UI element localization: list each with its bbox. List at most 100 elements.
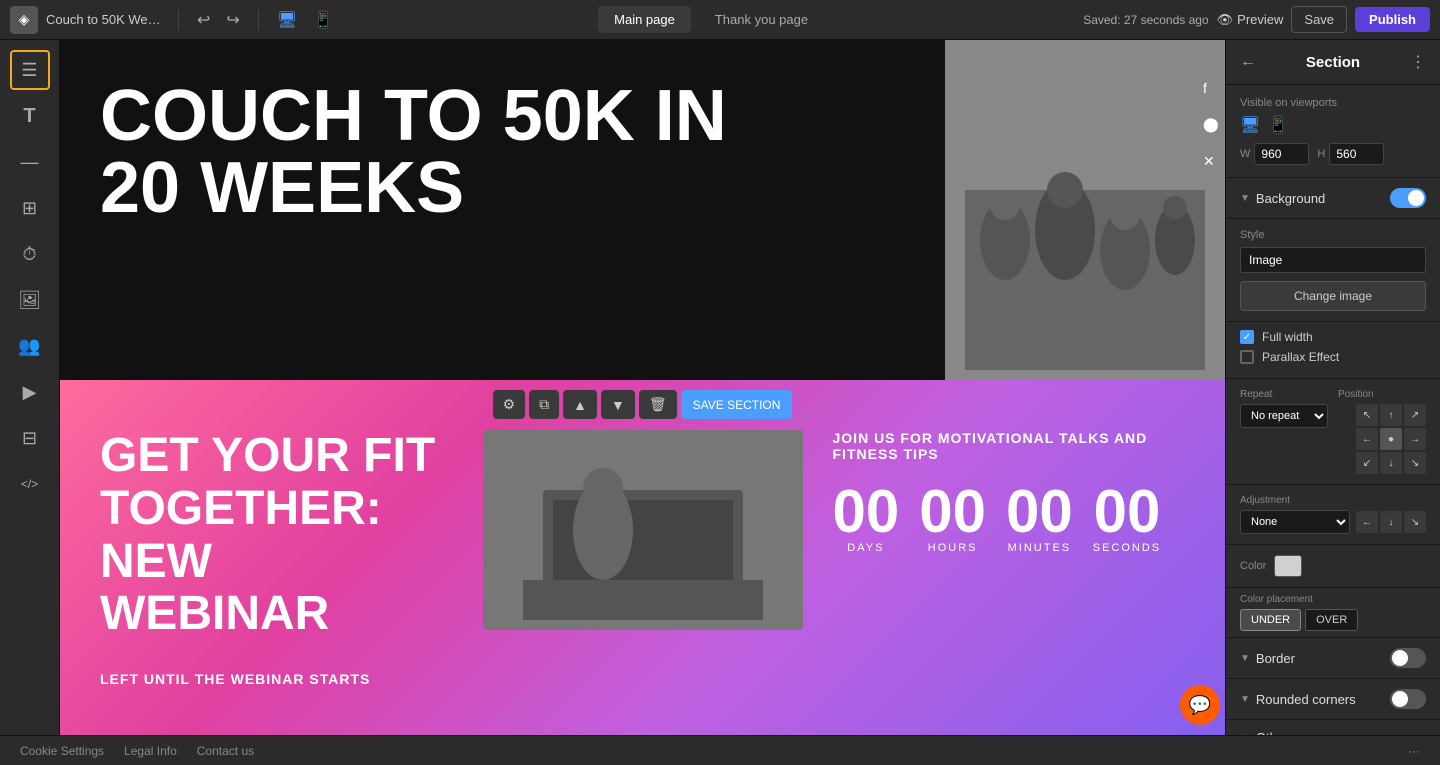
repeat-position-row: Repeat No repeat Repeat Repeat X Repeat … <box>1240 389 1426 474</box>
main-page-tab[interactable]: Main page <box>598 6 691 33</box>
background-row-label: ▼ Background <box>1240 191 1325 206</box>
adj-btn-3[interactable]: ↘ <box>1404 511 1426 533</box>
border-row[interactable]: ▼ Border <box>1226 638 1440 679</box>
height-input[interactable] <box>1329 143 1384 165</box>
pos-mid-right[interactable]: → <box>1404 428 1426 450</box>
pos-bot-left[interactable]: ↙ <box>1356 452 1378 474</box>
desktop-viewport-button[interactable]: 🖥 <box>1240 115 1260 135</box>
style-select[interactable]: Image Color Gradient Video <box>1240 247 1426 273</box>
adj-btn-2[interactable]: ↓ <box>1380 511 1402 533</box>
preview-button[interactable]: 👁 Preview <box>1217 12 1284 28</box>
sidebar-item-code[interactable]: </> <box>10 464 50 504</box>
pos-row-3: ↙ ↓ ↘ <box>1356 452 1426 474</box>
other-row[interactable]: ▲ Other <box>1226 720 1440 735</box>
save-section-button[interactable]: SAVE SECTION <box>681 390 793 419</box>
height-label: H <box>1317 148 1325 160</box>
style-section: Style Image Color Gradient Video Change … <box>1226 219 1440 322</box>
back-button[interactable]: ← <box>1240 53 1256 71</box>
webinar-footer-text: LEFT UNTIL THE WEBINAR STARTS <box>60 671 1225 707</box>
background-toggle[interactable] <box>1390 188 1426 208</box>
color-swatch[interactable] <box>1274 555 1302 577</box>
webinar-left-col: GET YOUR FIT TOGETHER: NEW WEBINAR <box>100 430 453 641</box>
bottom-bar: Cookie Settings Legal Info Contact us ··… <box>0 735 1440 765</box>
section-delete-button[interactable]: 🗑 <box>639 390 677 419</box>
pos-top-right[interactable]: ↗ <box>1404 404 1426 426</box>
section-move-up-button[interactable]: ▲ <box>563 390 597 419</box>
section-copy-button[interactable]: ⧉ <box>529 390 559 419</box>
background-chevron[interactable]: ▼ <box>1240 193 1250 204</box>
countdown-seconds: 00 SECONDS <box>1093 482 1161 554</box>
repeat-select[interactable]: No repeat Repeat Repeat X Repeat Y <box>1240 404 1328 428</box>
sidebar-item-sections[interactable]: ☰ <box>10 50 50 90</box>
panel-menu-button[interactable]: ⋮ <box>1410 52 1426 72</box>
pos-mid-center[interactable]: ● <box>1380 428 1402 450</box>
rounded-corners-toggle[interactable] <box>1390 689 1426 709</box>
hero-title: COUCH TO 50K IN 20 WEEKS <box>100 80 905 224</box>
sidebar-item-video[interactable]: ▶ <box>10 372 50 412</box>
mobile-viewport-button[interactable]: 📱 <box>1268 115 1288 135</box>
viewport-section: Visible on viewports 🖥 📱 W H <box>1226 85 1440 178</box>
sidebar-item-text[interactable]: T <box>10 96 50 136</box>
border-toggle[interactable] <box>1390 648 1426 668</box>
save-button[interactable]: Save <box>1291 6 1347 33</box>
color-placement-buttons: UNDER OVER <box>1240 609 1426 631</box>
checkboxes-section: ✓ Full width Parallax Effect <box>1226 322 1440 379</box>
pos-bot-center[interactable]: ↓ <box>1380 452 1402 474</box>
cookie-settings-link[interactable]: Cookie Settings <box>20 744 104 758</box>
publish-button[interactable]: Publish <box>1355 7 1430 32</box>
countdown-group: 00 DAYS 00 HOURS 00 MINUTES <box>833 482 1186 554</box>
redo-button[interactable]: ↪ <box>220 8 245 32</box>
contact-us-link[interactable]: Contact us <box>197 744 254 758</box>
panel-title: Section <box>1306 54 1360 71</box>
width-input[interactable] <box>1254 143 1309 165</box>
left-sidebar: ☰ T — ⊞ ⏱ 🖼 👥 ▶ ⊟ </> <box>0 40 60 735</box>
twitter-icon[interactable]: ✕ <box>1203 153 1217 170</box>
under-button[interactable]: UNDER <box>1240 609 1301 631</box>
undo-button[interactable]: ↩ <box>191 8 216 32</box>
section-move-down-button[interactable]: ▼ <box>601 390 635 419</box>
pos-bot-right[interactable]: ↘ <box>1404 452 1426 474</box>
webinar-image <box>483 430 803 630</box>
height-group: H <box>1317 143 1384 165</box>
sidebar-item-divider[interactable]: — <box>10 142 50 182</box>
sidebar-item-elements[interactable]: ⊞ <box>10 188 50 228</box>
countdown-hours: 00 HOURS <box>919 482 986 554</box>
desk-photo-svg <box>483 430 803 630</box>
hero-section: COUCH TO 50K IN 20 WEEKS <box>60 40 1225 380</box>
parallax-checkbox[interactable] <box>1240 350 1254 364</box>
over-button[interactable]: OVER <box>1305 609 1358 631</box>
sidebar-item-timer[interactable]: ⏱ <box>10 234 50 274</box>
change-image-button[interactable]: Change image <box>1240 281 1426 311</box>
adjustment-select[interactable]: None Cover Contain <box>1240 510 1350 534</box>
full-width-label: Full width <box>1262 330 1313 344</box>
width-group: W <box>1240 143 1309 165</box>
repeat-position-section: Repeat No repeat Repeat Repeat X Repeat … <box>1226 379 1440 485</box>
adj-btn-1[interactable]: ← <box>1356 511 1378 533</box>
divider <box>178 10 179 30</box>
desktop-view-button[interactable]: 🖥 <box>271 8 303 32</box>
bottom-links: Cookie Settings Legal Info Contact us <box>20 744 254 758</box>
chat-button[interactable]: 💬 <box>1180 685 1220 725</box>
instagram-icon[interactable]: ⬤ <box>1203 116 1217 133</box>
countdown-days: 00 DAYS <box>833 482 900 554</box>
full-width-checkbox[interactable]: ✓ <box>1240 330 1254 344</box>
sidebar-item-people[interactable]: 👥 <box>10 326 50 366</box>
rounded-corners-row[interactable]: ▼ Rounded corners <box>1226 679 1440 720</box>
topbar: ◈ Couch to 50K Webi... ↩ ↪ 🖥 📱 Main page… <box>0 0 1440 40</box>
right-panel: ← Section ⋮ Visible on viewports 🖥 📱 W H <box>1225 40 1440 735</box>
section-settings-button[interactable]: ⚙ <box>493 390 526 419</box>
topbar-right-actions: Saved: 27 seconds ago 👁 Preview Save Pub… <box>1083 6 1430 33</box>
facebook-icon[interactable]: f <box>1203 80 1217 96</box>
pos-top-left[interactable]: ↖ <box>1356 404 1378 426</box>
pos-mid-left[interactable]: ← <box>1356 428 1378 450</box>
sidebar-item-layout[interactable]: ⊟ <box>10 418 50 458</box>
position-col: Position ↖ ↑ ↗ ← ● → ↙ <box>1338 389 1426 474</box>
pos-top-center[interactable]: ↑ <box>1380 404 1402 426</box>
sidebar-item-image[interactable]: 🖼 <box>10 280 50 320</box>
parallax-label: Parallax Effect <box>1262 350 1339 364</box>
thank-you-page-tab[interactable]: Thank you page <box>699 6 824 33</box>
logo-icon: ◈ <box>10 6 38 34</box>
adjustment-section: Adjustment None Cover Contain ← ↓ ↘ <box>1226 485 1440 545</box>
legal-info-link[interactable]: Legal Info <box>124 744 177 758</box>
mobile-view-button[interactable]: 📱 <box>307 8 339 32</box>
